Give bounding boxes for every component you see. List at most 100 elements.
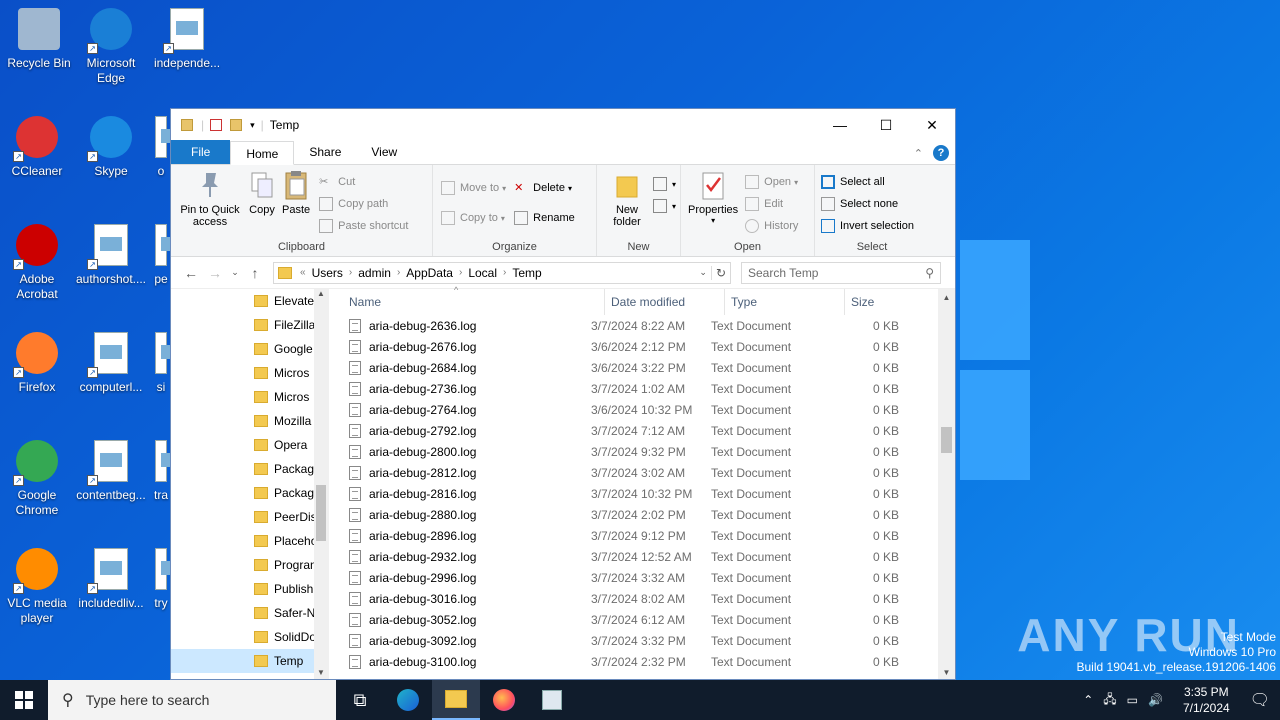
breadcrumb-temp[interactable]: Temp [512, 266, 541, 280]
nav-folder-item[interactable]: Progran [171, 553, 328, 577]
address-dropdown-icon[interactable]: ⌄ [695, 267, 711, 278]
breadcrumb-appdata[interactable]: AppData [406, 266, 453, 280]
forward-button[interactable]: → [203, 265, 227, 281]
file-row[interactable]: aria-debug-2764.log 3/6/2024 10:32 PM Text… [329, 399, 955, 420]
nav-folder-item[interactable]: Packag [171, 481, 328, 505]
desktop-icon-partial[interactable]: o [150, 116, 183, 179]
volume-icon[interactable]: 🔊 [1148, 693, 1163, 707]
rename-button[interactable]: Rename [514, 207, 575, 229]
file-row[interactable]: aria-debug-2636.log 3/7/2024 8:22 AM Text … [329, 315, 955, 336]
scroll-down-icon[interactable]: ▼ [938, 668, 955, 677]
paste-button[interactable]: Paste [282, 169, 310, 237]
file-row[interactable]: aria-debug-2684.log 3/6/2024 3:22 PM Text … [329, 357, 955, 378]
file-row[interactable]: aria-debug-2880.log 3/7/2024 2:02 PM Text … [329, 504, 955, 525]
quick-access-dropdown-icon[interactable]: ▾ [250, 120, 255, 131]
scroll-down-icon[interactable]: ▼ [314, 668, 328, 677]
desktop-icon[interactable]: ↗ Firefox [0, 332, 74, 395]
select-all-button[interactable]: Select all [821, 171, 925, 193]
minimize-button[interactable]: — [817, 109, 863, 141]
nav-folder-item[interactable]: Micros [171, 385, 328, 409]
close-button[interactable]: ✕ [909, 109, 955, 141]
help-icon[interactable]: ? [933, 145, 949, 161]
display-icon[interactable]: ▭ [1127, 693, 1138, 707]
address-bar[interactable]: « Users › admin › AppData › Local › Temp… [273, 261, 731, 284]
file-row[interactable]: aria-debug-2800.log 3/7/2024 9:32 PM Text … [329, 441, 955, 462]
file-row[interactable]: aria-debug-3016.log 3/7/2024 8:02 AM Text … [329, 588, 955, 609]
address-overflow-icon[interactable]: « [300, 267, 306, 278]
desktop-icon[interactable]: ↗ independe... [150, 8, 224, 71]
desktop-icon-partial[interactable]: try [150, 548, 183, 611]
desktop-icon[interactable]: ↗ Google Chrome [0, 440, 74, 518]
file-row[interactable]: aria-debug-2932.log 3/7/2024 12:52 AM Text… [329, 546, 955, 567]
open-button[interactable]: Open ▾ [745, 171, 798, 193]
new-item-button[interactable]: ▾ [652, 173, 676, 195]
up-button[interactable]: ↑ [243, 265, 267, 281]
desktop-icon[interactable]: ↗ authorshot.... [74, 224, 148, 287]
desktop-icon-partial[interactable]: tra [150, 440, 183, 503]
nav-folder-item[interactable]: Google [171, 337, 328, 361]
nav-folder-item[interactable]: Placeho [171, 529, 328, 553]
desktop-icon[interactable]: ↗ Skype [74, 116, 148, 179]
file-explorer-taskbar-icon[interactable] [432, 680, 480, 720]
file-row[interactable]: aria-debug-2812.log 3/7/2024 3:02 AM Text … [329, 462, 955, 483]
nav-scrollbar-thumb[interactable] [316, 485, 326, 541]
pin-to-quick-access-button[interactable]: Pin to Quick access [178, 169, 242, 237]
nav-folder-item[interactable]: FileZilla [171, 313, 328, 337]
select-none-button[interactable]: Select none [821, 193, 925, 215]
properties-button[interactable]: Properties ▾ [688, 169, 738, 237]
cut-button[interactable]: ✂ Cut [319, 171, 408, 193]
refresh-icon[interactable]: ↻ [710, 265, 730, 280]
nav-folder-item[interactable]: Opera [171, 433, 328, 457]
breadcrumb-admin[interactable]: admin [358, 266, 391, 280]
desktop-icon[interactable]: ↗ CCleaner [0, 116, 74, 179]
tab-home[interactable]: Home [230, 141, 295, 165]
tab-share[interactable]: Share [294, 140, 356, 164]
edit-button[interactable]: Edit [745, 193, 798, 215]
column-name[interactable]: Name [329, 289, 605, 315]
desktop-icon[interactable]: ↗ computerl... [74, 332, 148, 395]
new-folder-button[interactable]: New folder [604, 169, 650, 228]
file-list-scrollbar[interactable]: ▲ ▼ [938, 289, 955, 679]
breadcrumb-users[interactable]: Users [312, 266, 343, 280]
delete-button[interactable]: ✕ Delete ▾ [514, 177, 575, 199]
nav-scrollbar[interactable]: ▲ ▼ [314, 289, 328, 679]
nav-folder-item[interactable]: PeerDis [171, 505, 328, 529]
taskbar-search-box[interactable]: ⚲ Type here to search [48, 680, 336, 720]
search-input[interactable]: Search Temp ⚲ [741, 261, 941, 284]
file-row[interactable]: aria-debug-2996.log 3/7/2024 3:32 AM Text … [329, 567, 955, 588]
scroll-up-icon[interactable]: ▲ [938, 293, 955, 302]
nav-folder-item[interactable]: Temp [171, 649, 328, 673]
nav-folder-item[interactable]: Publish [171, 577, 328, 601]
recent-locations-icon[interactable]: ⌄ [227, 267, 243, 278]
network-icon[interactable]: 🖧 [1103, 690, 1116, 711]
task-view-icon[interactable]: ⧉ [336, 680, 384, 720]
file-row[interactable]: aria-debug-2896.log 3/7/2024 9:12 PM Text … [329, 525, 955, 546]
file-row[interactable]: aria-debug-2736.log 3/7/2024 1:02 AM Text … [329, 378, 955, 399]
invert-selection-button[interactable]: Invert selection [821, 215, 925, 237]
desktop-icon[interactable]: ↗ VLC media player [0, 548, 74, 626]
clock[interactable]: 3:35 PM 7/1/2024 [1183, 684, 1230, 716]
column-size[interactable]: Size [845, 289, 919, 315]
back-button[interactable]: ← [179, 265, 203, 281]
desktop-icon[interactable]: ↗ Adobe Acrobat [0, 224, 74, 302]
column-type[interactable]: Type [725, 289, 845, 315]
nav-folder-item[interactable]: Safer-N [171, 601, 328, 625]
nav-folder-item[interactable]: Micros [171, 361, 328, 385]
collapse-ribbon-icon[interactable]: ⌃ [914, 147, 923, 160]
copy-button[interactable]: Copy [248, 169, 276, 237]
file-row[interactable]: aria-debug-3092.log 3/7/2024 3:32 PM Text … [329, 630, 955, 651]
start-button[interactable] [0, 680, 48, 720]
easy-access-button[interactable]: ▾ [652, 195, 676, 217]
desktop-icon[interactable]: Recycle Bin [2, 8, 76, 71]
file-row[interactable]: aria-debug-2792.log 3/7/2024 7:12 AM Text … [329, 420, 955, 441]
desktop-icon[interactable]: ↗ contentbeg... [74, 440, 148, 503]
copy-path-button[interactable]: Copy path [319, 193, 408, 215]
tab-file[interactable]: File [171, 140, 231, 164]
desktop-icon[interactable]: ↗ Microsoft Edge [74, 8, 148, 86]
desktop-icon[interactable]: ↗ includedliv... [74, 548, 148, 611]
nav-folder-item[interactable]: SolidDo [171, 625, 328, 649]
notifications-icon[interactable]: 🗨 [1250, 690, 1270, 710]
desktop-icon-partial[interactable]: pe [150, 224, 183, 287]
file-list-scrollbar-thumb[interactable] [941, 427, 952, 453]
desktop-icon-partial[interactable]: si [150, 332, 183, 395]
